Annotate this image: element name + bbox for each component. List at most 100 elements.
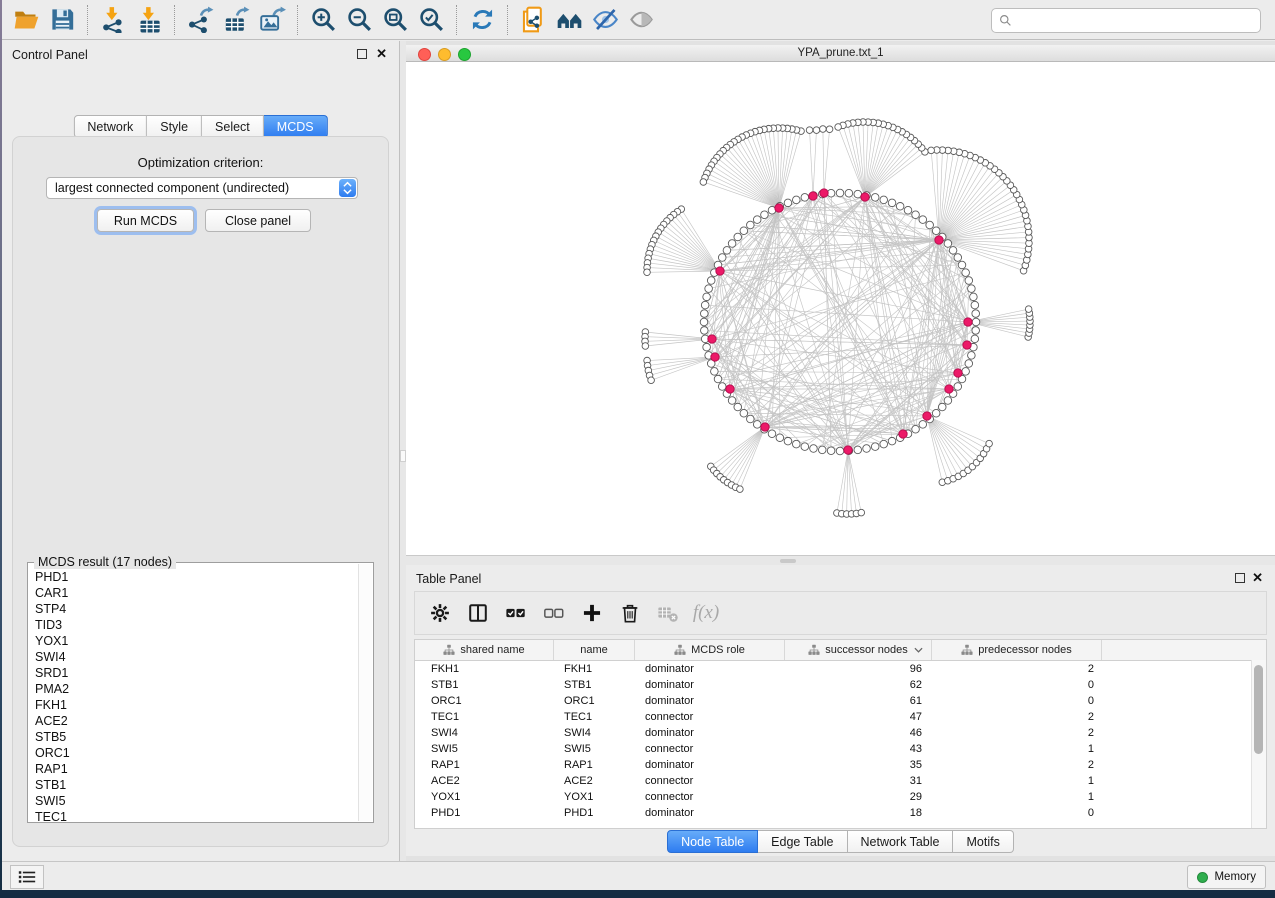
cell-MCDS-role[interactable]: connector — [635, 791, 785, 803]
cell-MCDS-role[interactable]: dominator — [635, 695, 785, 707]
cell-predecessor-nodes[interactable]: 2 — [932, 711, 1102, 723]
mcds-result-list[interactable]: PHD1CAR1STP4TID3YOX1SWI4SRD1PMA2FKH1ACE2… — [28, 569, 359, 822]
cell-successor-nodes[interactable]: 46 — [785, 727, 932, 739]
refresh-button[interactable] — [464, 3, 500, 37]
mcds-result-item[interactable]: ACE2 — [35, 713, 359, 729]
cell-successor-nodes[interactable]: 31 — [785, 775, 932, 787]
cell-name[interactable]: ACE2 — [554, 775, 635, 787]
mcds-result-item[interactable]: CAR1 — [35, 585, 359, 601]
cell-name[interactable]: RAP1 — [554, 759, 635, 771]
zoom-fit-button[interactable] — [377, 3, 413, 37]
zoom-in-button[interactable] — [305, 3, 341, 37]
column-header-successor-nodes[interactable]: successor nodes — [785, 640, 932, 660]
mcds-result-item[interactable]: FKH1 — [35, 697, 359, 713]
select-all-button[interactable] — [503, 600, 529, 626]
mcds-list-scrollbar[interactable] — [358, 564, 372, 821]
table-row[interactable]: FKH1FKH1dominator962 — [415, 661, 1266, 677]
cell-name[interactable]: PHD1 — [554, 807, 635, 819]
cell-MCDS-role[interactable]: dominator — [635, 679, 785, 691]
cell-name[interactable]: ORC1 — [554, 695, 635, 707]
cell-successor-nodes[interactable]: 96 — [785, 663, 932, 675]
cell-predecessor-nodes[interactable]: 2 — [932, 727, 1102, 739]
cell-shared-name[interactable]: SWI5 — [415, 743, 554, 755]
cell-predecessor-nodes[interactable]: 1 — [932, 775, 1102, 787]
mcds-result-item[interactable]: STB5 — [35, 729, 359, 745]
float-window-icon[interactable] — [357, 49, 367, 59]
table-scrollbar[interactable] — [1251, 660, 1266, 828]
network-canvas[interactable] — [406, 62, 1275, 556]
cell-name[interactable]: FKH1 — [554, 663, 635, 675]
mcds-result-item[interactable]: SWI4 — [35, 649, 359, 665]
optimization-dropdown[interactable]: largest connected component (undirected) — [46, 177, 358, 199]
cell-predecessor-nodes[interactable]: 2 — [932, 663, 1102, 675]
delete-button[interactable] — [617, 600, 643, 626]
network-overview-button[interactable] — [551, 3, 587, 37]
table-row[interactable]: ACE2ACE2connector311 — [415, 773, 1266, 789]
cell-shared-name[interactable]: RAP1 — [415, 759, 554, 771]
table-row[interactable]: SWI4SWI4dominator462 — [415, 725, 1266, 741]
cell-MCDS-role[interactable]: dominator — [635, 727, 785, 739]
float-window-icon[interactable] — [1235, 573, 1245, 583]
mcds-result-item[interactable]: SWI5 — [35, 793, 359, 809]
column-header-shared-name[interactable]: shared name — [415, 640, 554, 660]
tab-network[interactable]: Network — [73, 115, 147, 138]
cell-successor-nodes[interactable]: 61 — [785, 695, 932, 707]
export-image-button[interactable] — [254, 3, 290, 37]
table-row[interactable]: PHD1PHD1dominator180 — [415, 805, 1266, 821]
settings-button[interactable] — [427, 600, 453, 626]
cell-name[interactable]: TEC1 — [554, 711, 635, 723]
tab-select[interactable]: Select — [202, 115, 264, 138]
import-network-button[interactable] — [95, 3, 131, 37]
search-input[interactable] — [1017, 8, 1260, 33]
cell-shared-name[interactable]: ACE2 — [415, 775, 554, 787]
mcds-result-item[interactable]: STP4 — [35, 601, 359, 617]
close-panel-button[interactable]: Close panel — [205, 209, 311, 232]
task-history-button[interactable] — [10, 865, 44, 889]
table-row[interactable]: YOX1YOX1connector291 — [415, 789, 1266, 805]
tab-network-table[interactable]: Network Table — [848, 830, 954, 853]
mcds-result-item[interactable]: RAP1 — [35, 761, 359, 777]
horizontal-splitter[interactable] — [406, 556, 1275, 565]
mcds-result-item[interactable]: SRD1 — [35, 665, 359, 681]
cell-predecessor-nodes[interactable]: 0 — [932, 679, 1102, 691]
open-file-button[interactable] — [8, 3, 44, 37]
cell-MCDS-role[interactable]: dominator — [635, 759, 785, 771]
cell-shared-name[interactable]: YOX1 — [415, 791, 554, 803]
save-session-button[interactable] — [44, 3, 80, 37]
tab-node-table[interactable]: Node Table — [667, 830, 758, 853]
cell-successor-nodes[interactable]: 29 — [785, 791, 932, 803]
cell-MCDS-role[interactable]: dominator — [635, 663, 785, 675]
cell-predecessor-nodes[interactable]: 2 — [932, 759, 1102, 771]
tab-edge-table[interactable]: Edge Table — [758, 830, 847, 853]
cell-predecessor-nodes[interactable]: 0 — [932, 807, 1102, 819]
zoom-out-button[interactable] — [341, 3, 377, 37]
table-row[interactable]: SWI5SWI5connector431 — [415, 741, 1266, 757]
scrollbar-thumb[interactable] — [1254, 665, 1263, 754]
mcds-result-item[interactable]: PHD1 — [35, 569, 359, 585]
cell-predecessor-nodes[interactable]: 1 — [932, 791, 1102, 803]
network-window-titlebar[interactable]: YPA_prune.txt_1 — [406, 45, 1275, 62]
cell-name[interactable]: SWI4 — [554, 727, 635, 739]
tab-style[interactable]: Style — [147, 115, 202, 138]
cell-name[interactable]: SWI5 — [554, 743, 635, 755]
mcds-result-item[interactable]: TEC1 — [35, 809, 359, 822]
export-table-button[interactable] — [218, 3, 254, 37]
cell-MCDS-role[interactable]: dominator — [635, 807, 785, 819]
mcds-result-item[interactable]: STB1 — [35, 777, 359, 793]
cell-predecessor-nodes[interactable]: 0 — [932, 695, 1102, 707]
hide-details-button[interactable] — [587, 3, 623, 37]
tab-motifs[interactable]: Motifs — [953, 830, 1013, 853]
cell-shared-name[interactable]: STB1 — [415, 679, 554, 691]
mcds-result-item[interactable]: YOX1 — [35, 633, 359, 649]
cell-shared-name[interactable]: ORC1 — [415, 695, 554, 707]
cell-predecessor-nodes[interactable]: 1 — [932, 743, 1102, 755]
cell-successor-nodes[interactable]: 18 — [785, 807, 932, 819]
import-table-button[interactable] — [131, 3, 167, 37]
memory-button[interactable]: Memory — [1187, 865, 1266, 889]
cell-MCDS-role[interactable]: connector — [635, 743, 785, 755]
close-panel-icon[interactable]: ✕ — [376, 47, 387, 60]
cell-successor-nodes[interactable]: 43 — [785, 743, 932, 755]
close-panel-icon[interactable]: ✕ — [1252, 571, 1263, 584]
add-button[interactable] — [579, 600, 605, 626]
zoom-selected-button[interactable] — [413, 3, 449, 37]
